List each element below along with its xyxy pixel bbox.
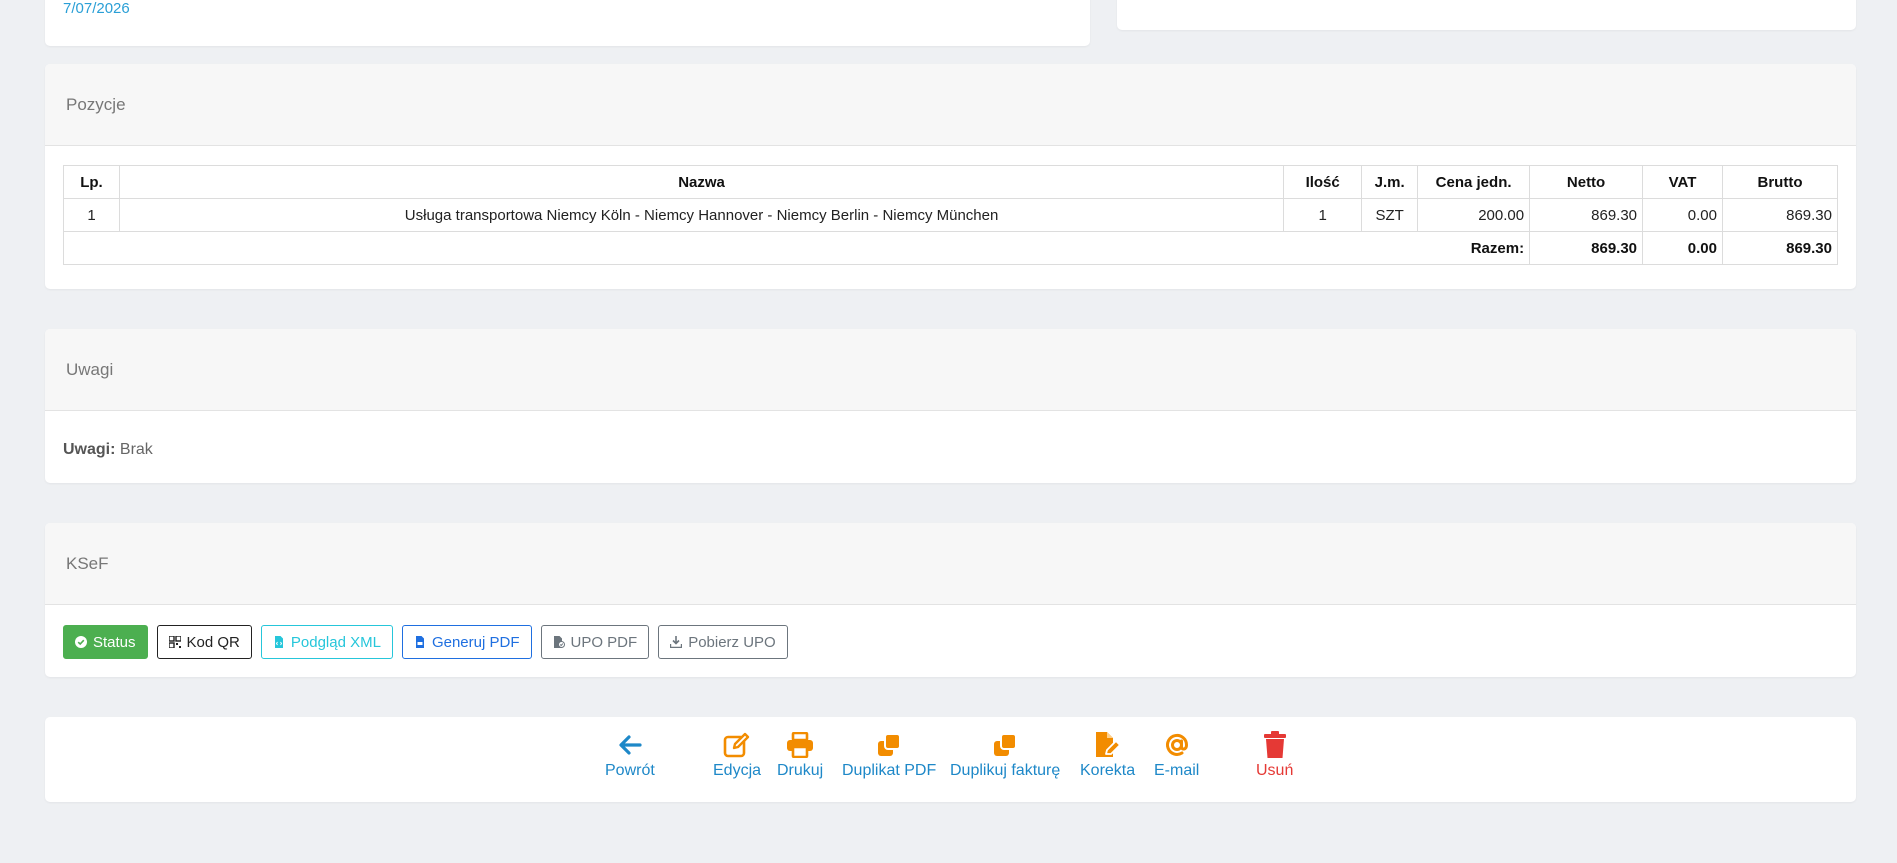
positions-card: Pozycje Lp. Nazwa Ilość J.m. Cena jedn.	[45, 64, 1856, 289]
duplicate-pdf-button[interactable]: Duplikat PDF	[842, 731, 936, 780]
copy-icon	[991, 731, 1019, 759]
actions-card: Powrót Edycja Drukuj Duplikat PDF Duplik	[45, 717, 1856, 802]
check-circle-icon	[75, 636, 87, 648]
arrow-left-icon	[616, 731, 644, 759]
qr-code-button[interactable]: Kod QR	[156, 625, 252, 659]
total-vat: 0.00	[1642, 231, 1723, 265]
correction-button-label: Korekta	[1080, 762, 1136, 779]
cell-name: Usługa transportowa Niemcy Köln - Niemcy…	[118, 198, 1285, 232]
email-button[interactable]: E-mail	[1154, 731, 1199, 780]
invoice-side-card	[1117, 0, 1856, 30]
xml-preview-button-label: Podgląd XML	[290, 633, 381, 651]
ksef-button-group: Status Kod QR Podgląd XML Generuj PDF UP…	[63, 625, 788, 659]
header-net: Netto	[1529, 165, 1644, 199]
header-unit-price: Cena jedn.	[1417, 165, 1531, 199]
invoice-details-card: 7/07/2026	[45, 0, 1090, 46]
positions-title: Pozycje	[45, 64, 1856, 146]
total-label: Razem:	[62, 231, 1531, 265]
remarks-line: Uwagi: Brak	[63, 441, 153, 459]
cell-lp: 1	[63, 198, 120, 232]
remarks-title: Uwagi	[45, 329, 1856, 411]
cell-unit: SZT	[1361, 198, 1419, 232]
upo-pdf-button[interactable]: UPO PDF	[540, 625, 650, 659]
page: 7/07/2026 Pozycje Lp. Nazwa Ilość J.m. C…	[0, 0, 1897, 863]
duplicate-invoice-button[interactable]: Duplikuj fakturę	[950, 731, 1060, 780]
copy-icon	[875, 731, 903, 759]
table-row: 1 Usługa transportowa Niemcy Köln - Niem…	[63, 198, 1838, 232]
at-sign-icon	[1163, 731, 1191, 759]
xml-preview-button[interactable]: Podgląd XML	[260, 625, 393, 659]
cell-net: 869.30	[1529, 198, 1644, 232]
delete-button-label: Usuń	[1256, 762, 1294, 779]
total-net: 869.30	[1529, 231, 1644, 265]
header-vat: VAT	[1642, 165, 1723, 199]
header-lp: Lp.	[63, 165, 120, 199]
header-name: Nazwa	[118, 165, 1285, 199]
file-pdf-icon	[415, 636, 424, 648]
back-button-label: Powrót	[605, 762, 655, 779]
edit-icon	[723, 731, 751, 759]
edit-button-label: Edycja	[713, 762, 762, 779]
cell-qty: 1	[1283, 198, 1363, 232]
generate-pdf-button-label: Generuj PDF	[431, 633, 520, 651]
back-button[interactable]: Powrót	[605, 731, 655, 780]
download-upo-button[interactable]: Pobierz UPO	[658, 625, 788, 659]
generate-pdf-button[interactable]: Generuj PDF	[401, 625, 532, 659]
cell-vat: 0.00	[1642, 198, 1723, 232]
upo-pdf-button-label: UPO PDF	[570, 633, 638, 651]
total-gross: 869.30	[1722, 231, 1838, 265]
table-header-row: Lp. Nazwa Ilość J.m. Cena jedn. Netto VA…	[63, 165, 1838, 199]
file-edit-icon	[1094, 731, 1122, 759]
printer-icon	[786, 731, 814, 759]
positions-table: Lp. Nazwa Ilość J.m. Cena jedn. Netto VA…	[62, 165, 1838, 265]
edit-button[interactable]: Edycja	[713, 731, 761, 780]
download-icon	[670, 636, 683, 648]
print-button[interactable]: Drukuj	[777, 731, 823, 780]
header-unit: J.m.	[1361, 165, 1419, 199]
trash-icon	[1261, 731, 1289, 759]
ksef-title: KSeF	[45, 523, 1856, 605]
ksef-card: KSeF Status Kod QR Podgląd XML Generuj P…	[45, 523, 1856, 677]
cell-unit-price: 200.00	[1417, 198, 1531, 232]
delete-button[interactable]: Usuń	[1256, 731, 1293, 780]
total-row: Razem: 869.30 0.00 869.30	[62, 231, 1838, 265]
status-button[interactable]: Status	[63, 625, 148, 659]
invoice-date: 7/07/2026	[63, 0, 130, 17]
qr-code-icon	[168, 636, 181, 648]
email-button-label: E-mail	[1154, 762, 1200, 779]
remarks-value: Brak	[119, 441, 153, 458]
duplicate-pdf-button-label: Duplikat PDF	[842, 762, 937, 779]
print-button-label: Drukuj	[777, 762, 824, 779]
correction-button[interactable]: Korekta	[1080, 731, 1135, 780]
remarks-card: Uwagi Uwagi: Brak	[45, 329, 1856, 483]
header-gross: Brutto	[1722, 165, 1838, 199]
status-button-label: Status	[93, 633, 136, 651]
header-qty: Ilość	[1283, 165, 1363, 199]
qr-code-button-label: Kod QR	[186, 633, 240, 651]
remarks-label: Uwagi:	[63, 441, 116, 458]
file-check-icon	[553, 636, 565, 648]
duplicate-invoice-button-label: Duplikuj fakturę	[950, 762, 1061, 779]
cell-gross: 869.30	[1722, 198, 1838, 232]
download-upo-button-label: Pobierz UPO	[688, 633, 776, 651]
file-code-icon	[274, 636, 283, 648]
